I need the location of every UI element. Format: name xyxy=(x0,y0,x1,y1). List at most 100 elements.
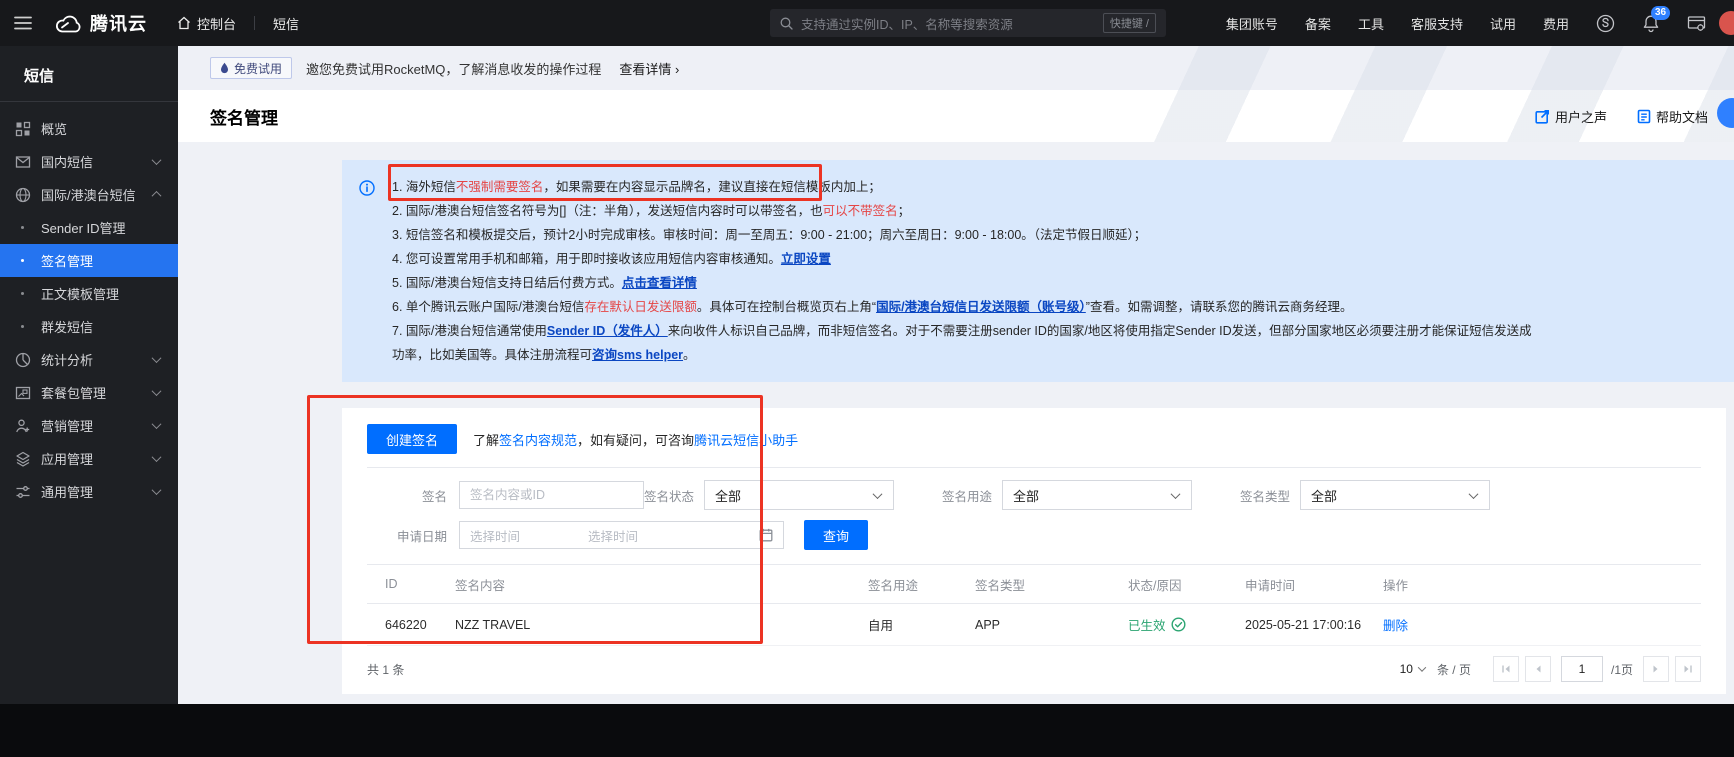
sidebar-item-label: 群发短信 xyxy=(41,317,93,336)
notice-red-text: 存在默认日发送限额 xyxy=(584,300,697,314)
inline-link[interactable]: 腾讯云短信小助手 xyxy=(694,433,798,448)
inline-link[interactable]: 国际/港澳台短信日发送限额（账号级） xyxy=(876,300,1086,314)
free-trial-badge-label: 免费试用 xyxy=(234,60,282,77)
sidebar-item-domestic-sms[interactable]: 国内短信 xyxy=(0,145,178,178)
user-avatar[interactable] xyxy=(1719,11,1734,35)
sidebar-item-label: 国内短信 xyxy=(41,152,93,171)
search-placeholder: 支持通过实例ID、IP、名称等搜索资源 xyxy=(801,14,1013,33)
first-page-button[interactable] xyxy=(1493,656,1519,682)
card-toolbar: 创建签名 了解签名内容规范，如有疑问，可咨询腾讯云短信小助手 xyxy=(367,424,1701,454)
bullet-dot-icon xyxy=(21,325,24,328)
navbar-item[interactable]: 费用 xyxy=(1543,14,1569,33)
bottom-bar xyxy=(0,704,1734,757)
sidebar-item-stats[interactable]: 统计分析 xyxy=(0,343,178,376)
type-filter-value: 全部 xyxy=(1311,486,1337,505)
date-start-placeholder: 选择时间 xyxy=(470,526,588,545)
navbar-item-console[interactable]: 控制台 xyxy=(177,14,236,33)
bullet-dot-icon xyxy=(21,292,24,295)
sidebar-item-overview[interactable]: 概览 xyxy=(0,112,178,145)
chevron-down-icon xyxy=(152,452,162,462)
chevron-down-icon xyxy=(1171,489,1181,499)
page-number-input[interactable]: 1 xyxy=(1561,656,1603,682)
next-page-button[interactable] xyxy=(1643,656,1669,682)
signature-table: ID签名内容签名用途签名类型状态/原因申请时间操作 646220NZZ TRAV… xyxy=(367,564,1701,682)
notice-line-5: 5. 国际/港澳台短信支持日结后付费方式。点击查看详情 xyxy=(392,271,1544,295)
navbar-item-sms[interactable]: 短信 xyxy=(273,14,299,33)
notice-lines: 1. 海外短信不强制需要签名，如果需要在内容显示品牌名，建议直接在短信模板内加上… xyxy=(392,175,1544,367)
status-badge: 已生效 xyxy=(1128,615,1245,634)
text-segment: 3. 短信签名和模板提交后，预计2小时完成审核。审核时间：周一至周五：9:00 … xyxy=(392,228,1146,242)
sidebar-item-app-mgmt[interactable]: 应用管理 xyxy=(0,442,178,475)
notice-line-6: 6. 单个腾讯云账户国际/港澳台短信存在默认日发送限额。具体可在控制台概览页右上… xyxy=(392,295,1544,319)
notice-line-4: 4. 您可设置常用手机和邮箱，用于即时接收该应用短信内容审核通知。立即设置 xyxy=(392,247,1544,271)
query-button[interactable]: 查询 xyxy=(804,520,868,550)
prev-page-button[interactable] xyxy=(1525,656,1551,682)
navbar-item[interactable]: 备案 xyxy=(1305,14,1331,33)
delete-link[interactable]: 删除 xyxy=(1383,619,1408,633)
chevron-up-icon xyxy=(152,191,162,201)
inline-link[interactable]: 咨询sms helper xyxy=(592,348,683,362)
sidebar-item-template-mgmt[interactable]: 正文模板管理 xyxy=(0,277,178,310)
text-segment: 。具体可在控制台概览页右上角“ xyxy=(697,300,876,314)
chevron-down-icon xyxy=(152,419,162,429)
status-filter-group: 签名状态 全部 xyxy=(644,480,894,510)
navbar-item[interactable]: 工具 xyxy=(1358,14,1384,33)
filter-row-1: 签名 签名状态 全部 签名用途 全部 签名类型 全部 xyxy=(367,480,1701,510)
type-filter-label: 签名类型 xyxy=(1240,486,1290,505)
create-signature-button[interactable]: 创建签名 xyxy=(367,424,457,454)
inline-link[interactable]: 点击查看详情 xyxy=(622,276,697,290)
console-settings-icon[interactable] xyxy=(1687,15,1706,32)
type-filter-select[interactable]: 全部 xyxy=(1300,480,1490,510)
column-header: 申请时间 xyxy=(1245,575,1383,594)
sidebar-item-label: 应用管理 xyxy=(41,449,93,468)
navbar-right: 集团账号 备案 工具 客服支持 试用 费用 36 xyxy=(1226,0,1706,46)
total-count: 共 1 条 xyxy=(367,661,404,678)
inline-link[interactable]: Sender ID（发件人） xyxy=(547,324,668,338)
inline-link[interactable]: 签名内容规范 xyxy=(499,433,577,448)
user-voice-link[interactable]: 用户之声 xyxy=(1535,107,1607,126)
general-icon xyxy=(15,484,31,500)
inline-link[interactable]: 立即设置 xyxy=(781,252,831,266)
sidebar-item-general-mgmt[interactable]: 通用管理 xyxy=(0,475,178,508)
sidebar-item-intl-sms[interactable]: 国际/港澳台短信 xyxy=(0,178,178,211)
global-search-input[interactable]: 支持通过实例ID、IP、名称等搜索资源 快捷键 / xyxy=(770,9,1166,37)
help-docs-link[interactable]: 帮助文档 xyxy=(1637,107,1708,126)
column-header: ID xyxy=(367,577,455,591)
hamburger-menu-icon[interactable] xyxy=(14,16,32,30)
signature-search-input[interactable] xyxy=(459,481,644,509)
signature-filter-label: 签名 xyxy=(367,486,459,505)
cell-id: 646220 xyxy=(367,618,455,632)
navbar-item[interactable]: 客服支持 xyxy=(1411,14,1463,33)
home-icon xyxy=(177,16,191,30)
calendar-icon xyxy=(759,528,773,542)
last-page-button[interactable] xyxy=(1675,656,1701,682)
sidebar-item-label: 签名管理 xyxy=(41,251,93,270)
notification-count-badge: 36 xyxy=(1651,6,1670,20)
filters: 签名 签名状态 全部 签名用途 全部 签名类型 全部 xyxy=(367,480,1701,550)
pagination: 10 条 / 页 1 /1页 xyxy=(1400,656,1701,682)
purpose-filter-select[interactable]: 全部 xyxy=(1002,480,1192,510)
banner-details-link[interactable]: 查看详情 › xyxy=(619,59,679,78)
promo-banner: 免费试用 邀您免费试用RocketMQ，了解消息收发的操作过程 查看详情 › xyxy=(178,46,1734,90)
cell-action[interactable]: 删除 xyxy=(1383,615,1701,634)
chevron-down-icon xyxy=(152,386,162,396)
droplet-icon xyxy=(220,62,229,74)
navbar-item[interactable]: 试用 xyxy=(1490,14,1516,33)
date-range-picker[interactable]: 选择时间 选择时间 xyxy=(459,521,784,549)
sidebar-item-sender-id[interactable]: Sender ID管理 xyxy=(0,211,178,244)
status-filter-select[interactable]: 全部 xyxy=(704,480,894,510)
notifications-bell-icon[interactable]: 36 xyxy=(1642,14,1660,33)
sidebar-item-package-mgmt[interactable]: 套餐包管理 xyxy=(0,376,178,409)
navbar-item[interactable]: 集团账号 xyxy=(1226,14,1278,33)
page-header: 签名管理 用户之声 帮助文档 xyxy=(178,90,1734,142)
notice-line-2: 2. 国际/港澳台短信签名符号为[]（注：半角），发送短信内容时可以带签名，也可… xyxy=(392,199,1544,223)
sidebar-item-marketing-mgmt[interactable]: 营销管理 xyxy=(0,409,178,442)
page-size-select[interactable]: 10 xyxy=(1400,662,1429,676)
tencent-cloud-logo[interactable]: 腾讯云 xyxy=(54,10,147,36)
sidebar-item-signature-mgmt[interactable]: 签名管理 xyxy=(0,244,178,277)
text-segment: ； xyxy=(898,204,911,218)
text-segment: 4. 您可设置常用手机和邮箱，用于即时接收该应用短信内容审核通知。 xyxy=(392,252,781,266)
cell-time: 2025-05-21 17:00:16 xyxy=(1245,618,1383,632)
sidebar-item-bulk-sms[interactable]: 群发短信 xyxy=(0,310,178,343)
support-icon[interactable] xyxy=(1596,14,1615,33)
